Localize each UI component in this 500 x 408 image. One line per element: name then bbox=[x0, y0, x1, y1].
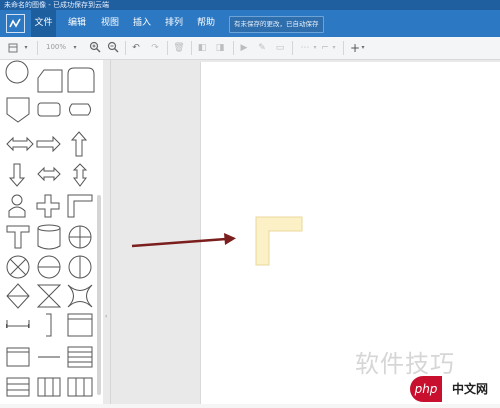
terminator-shape-icon bbox=[69, 103, 91, 116]
page-view-icon[interactable] bbox=[6, 41, 22, 55]
actor-shape-icon bbox=[8, 206, 26, 218]
redo-icon[interactable]: ↷ bbox=[149, 41, 161, 55]
zoom-level[interactable]: 100% bbox=[46, 43, 66, 51]
cross-shape-icon bbox=[36, 194, 60, 218]
double-arrow-icon bbox=[6, 136, 34, 152]
app-logo-icon[interactable] bbox=[6, 14, 25, 33]
add-dropdown-icon[interactable]: ▾ bbox=[359, 41, 367, 55]
collapse-handle-icon[interactable]: ‹ bbox=[105, 313, 108, 320]
sidebar-divider[interactable] bbox=[103, 60, 111, 404]
vertical-double-arrow-icon bbox=[72, 163, 88, 187]
actor-head-icon bbox=[11, 194, 23, 206]
collate-shape-icon bbox=[36, 284, 62, 308]
up-arrow-icon bbox=[70, 131, 88, 157]
sidebar-scrollbar[interactable] bbox=[97, 195, 101, 395]
annotation-arrow bbox=[131, 233, 236, 248]
window-shape-icon bbox=[6, 347, 30, 367]
shadow-icon[interactable]: ▭ bbox=[274, 41, 286, 55]
connector-dropdown-icon[interactable]: ▾ bbox=[330, 41, 338, 55]
star-curved-shape-icon bbox=[67, 284, 93, 308]
send-back-icon[interactable]: ◨ bbox=[214, 41, 226, 55]
zoom-out-icon[interactable] bbox=[106, 41, 120, 55]
window-titlebar: 未命名的图像 - 已成功保存到云端 bbox=[0, 0, 500, 10]
menu-file[interactable]: 文件 bbox=[31, 10, 56, 37]
corner-shape-icon bbox=[67, 194, 93, 218]
circle-shape-icon bbox=[5, 60, 29, 84]
label-shape-icon bbox=[38, 356, 60, 358]
manual-input-shape-icon bbox=[37, 69, 63, 93]
brace-shape-icon bbox=[46, 313, 52, 337]
menu-help[interactable]: 帮助 bbox=[194, 10, 218, 37]
down-arrow-icon bbox=[8, 163, 26, 187]
fill-color-icon[interactable]: ▶ bbox=[238, 41, 250, 55]
shape-library-sidebar bbox=[0, 60, 104, 404]
drawing-page[interactable] bbox=[200, 62, 500, 404]
badge-php: php bbox=[410, 376, 442, 402]
tee-shape-icon bbox=[6, 225, 30, 249]
shape-library-grid[interactable] bbox=[0, 60, 103, 404]
badge-cn: 中文网 bbox=[442, 376, 498, 402]
offpage-connector-icon bbox=[6, 97, 30, 123]
watermark-badge: php 中文网 bbox=[410, 376, 498, 402]
line-color-icon[interactable]: ✎ bbox=[256, 41, 268, 55]
bracket-shape-icon bbox=[6, 320, 30, 327]
undo-icon[interactable]: ↶ bbox=[130, 41, 142, 55]
columns-shape-icon bbox=[37, 377, 61, 397]
right-arrow-icon bbox=[36, 135, 61, 153]
rounded-rect-shape-icon bbox=[37, 102, 61, 117]
zoom-dropdown-icon[interactable]: ▾ bbox=[71, 41, 79, 55]
horizontal-double-arrow-icon bbox=[37, 166, 61, 182]
page-view-dropdown-icon[interactable]: ▾ bbox=[22, 41, 30, 55]
corner-shape-on-canvas[interactable] bbox=[255, 216, 303, 266]
window-title: 未命名的图像 - 已成功保存到云端 bbox=[4, 1, 109, 9]
delete-icon[interactable]: 🗑 bbox=[173, 41, 185, 55]
bring-front-icon[interactable]: ◧ bbox=[196, 41, 208, 55]
save-notice[interactable]: 有未保存的更改，已自动保存 bbox=[229, 16, 324, 33]
cylinder-top-icon bbox=[37, 224, 61, 232]
container-shape-icon bbox=[67, 313, 93, 337]
zoom-in-icon[interactable] bbox=[88, 41, 102, 55]
table-shape-icon bbox=[6, 377, 30, 397]
menu-insert[interactable]: 插入 bbox=[130, 10, 154, 37]
menu-edit[interactable]: 编辑 bbox=[65, 10, 89, 37]
grid-shape-icon bbox=[67, 377, 93, 397]
menu-view[interactable]: 视图 bbox=[98, 10, 122, 37]
menu-arrange[interactable]: 排列 bbox=[162, 10, 186, 37]
delay-shape-icon bbox=[67, 67, 95, 93]
watermark-text: 软件技巧 bbox=[355, 350, 455, 378]
